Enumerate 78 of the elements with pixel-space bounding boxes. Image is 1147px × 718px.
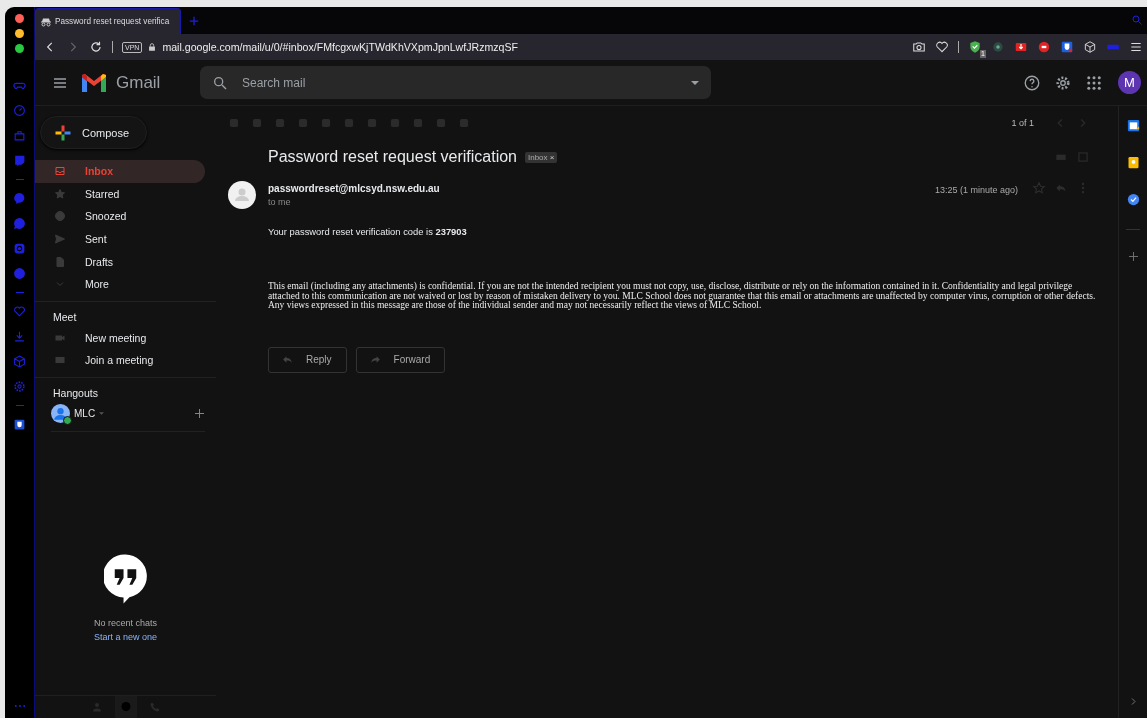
browser-tab[interactable]: Password reset request verifica: [35, 8, 181, 34]
toolbar-icon[interactable]: [434, 116, 448, 130]
account-avatar[interactable]: M: [1118, 71, 1141, 94]
message-body: Your password reset verification code is 237903: [268, 226, 468, 237]
section-heading: Hangouts: [52, 385, 99, 401]
gauge-icon[interactable]: [13, 104, 26, 117]
help-icon[interactable]: [1023, 73, 1041, 92]
envelope-logo-icon: [80, 71, 108, 94]
user-name[interactable]: MLC: [74, 408, 96, 420]
calendar-icon[interactable]: [1125, 118, 1141, 133]
inbox-label: Inbox ×: [525, 151, 558, 163]
toolbar-icon[interactable]: [319, 116, 333, 130]
url-text[interactable]: mail.google.com/mail/u/0/#inbox/FMfcgxwKjTWdKhVXpmJpnLwfJRzmzqSF: [162, 41, 518, 53]
phone-icon[interactable]: [148, 701, 161, 713]
meet-item[interactable]: New meeting: [35, 326, 205, 350]
reply-button[interactable]: Reply: [268, 346, 347, 373]
folder-item[interactable]: Drafts: [35, 250, 205, 273]
search-field[interactable]: Search mail: [200, 66, 711, 99]
shield-check-icon[interactable]: [968, 40, 982, 54]
forward-button[interactable]: Forward: [355, 346, 446, 373]
toolbar-icon[interactable]: [388, 116, 402, 130]
search-icon[interactable]: [212, 74, 228, 91]
settings-icon[interactable]: [1054, 73, 1072, 92]
folder-item[interactable]: Sent: [35, 227, 205, 251]
toolbar-icon[interactable]: [342, 116, 356, 130]
apps-grid-icon[interactable]: [1085, 73, 1103, 92]
empty-message: No recent chats: [94, 618, 157, 629]
compose-button[interactable]: Compose: [40, 116, 148, 149]
download-icon[interactable]: [1014, 40, 1028, 54]
toolbar-icon[interactable]: [365, 116, 379, 130]
email-subject: Password reset request verification: [268, 148, 517, 166]
caret-icon[interactable]: [99, 412, 105, 416]
menu-icon[interactable]: [1129, 40, 1143, 54]
app-name: Gmail: [116, 72, 162, 93]
dropdown-caret-icon[interactable]: [691, 80, 699, 85]
meet-item[interactable]: Join a meeting: [35, 349, 205, 372]
minimize-light[interactable]: [15, 29, 24, 38]
task-check-icon[interactable]: [1125, 192, 1141, 207]
pager-text: 1 of 1: [1011, 118, 1034, 128]
eye-icon[interactable]: [991, 40, 1005, 54]
folder-item[interactable]: Inbox: [35, 160, 205, 183]
folder-item[interactable]: Snoozed: [35, 205, 205, 228]
toolbar-icon[interactable]: [411, 116, 425, 130]
folder-item[interactable]: Starred: [35, 182, 205, 206]
toolbar-icon[interactable]: [273, 116, 287, 130]
messenger-icon[interactable]: [13, 192, 26, 205]
recipient-text[interactable]: to me: [268, 197, 440, 207]
shield-icon[interactable]: [13, 418, 26, 431]
search-input[interactable]: Search mail: [240, 74, 691, 91]
sender-address: passwordreset@mlcsyd.nsw.edu.au: [268, 183, 440, 194]
more-icon[interactable]: [13, 704, 26, 708]
add-icon[interactable]: [1128, 252, 1138, 261]
stop-icon[interactable]: [1037, 40, 1051, 54]
toolbar-icon[interactable]: [227, 116, 241, 130]
toolbar-icon[interactable]: [250, 116, 264, 130]
lock-icon: [147, 42, 158, 52]
star-icon[interactable]: [1032, 181, 1046, 195]
add-icon[interactable]: [195, 409, 204, 419]
chat-icon[interactable]: [13, 154, 26, 167]
folder-item[interactable]: More: [35, 272, 205, 296]
camera-icon[interactable]: [912, 40, 926, 54]
remove-label-icon[interactable]: ×: [549, 152, 555, 162]
zoom-light[interactable]: [15, 44, 24, 53]
sender-avatar: [228, 181, 256, 209]
close-light[interactable]: [15, 14, 24, 23]
toolbar-icon[interactable]: [457, 116, 471, 130]
message-time: 13:25 (1 minute ago): [934, 184, 1018, 195]
shield-icon[interactable]: [1060, 40, 1074, 54]
new-tab-icon[interactable]: [189, 16, 199, 26]
person-icon[interactable]: [90, 701, 103, 713]
plus-icon: [54, 123, 72, 142]
bag-icon[interactable]: [13, 129, 26, 142]
start-chat-link[interactable]: Start a new one: [93, 632, 157, 643]
section-heading: Meet: [52, 309, 78, 325]
phone-bubble-icon[interactable]: [13, 217, 26, 230]
toolbar-icon[interactable]: [296, 116, 310, 130]
disclaimer-text: This email (including any attachments) is confidential. If you are not the intended recipient you must not copy, use, disclose, distribute or rely on the information contained in it. Confidentiality and legal privilege attached to this communication are not waived or lost by reason of mistaken delivery to you. MLC School does not guarantee that this email or attachments are unaffected by computer virus, corruption or other defects. Any views expressed in this message are those of the individual sender and may not necessarily reflect the views of MLC School.: [268, 282, 1097, 311]
reload-icon[interactable]: [89, 40, 103, 54]
